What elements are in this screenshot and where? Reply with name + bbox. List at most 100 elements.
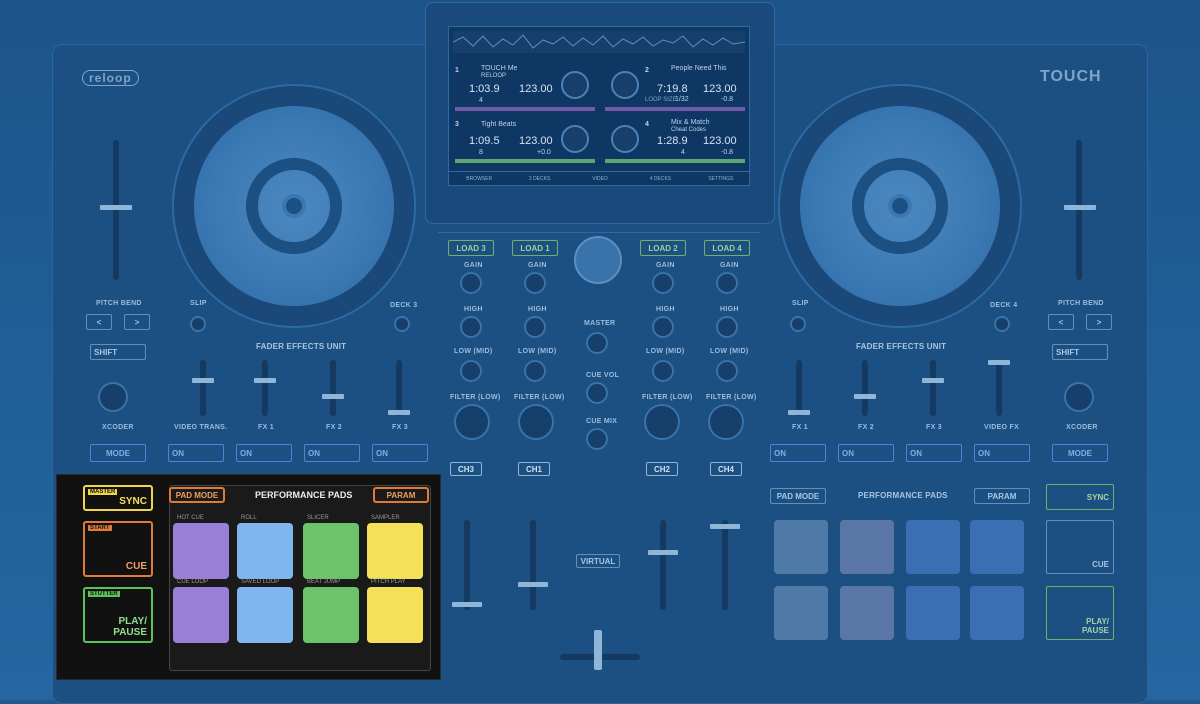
- left-fx3-fader[interactable]: [388, 410, 410, 415]
- right-pad-6[interactable]: [840, 586, 894, 640]
- left-param-button[interactable]: PARAM: [373, 487, 429, 503]
- ch3-filter-knob[interactable]: [454, 404, 490, 440]
- ch2-volume-fader[interactable]: [648, 550, 678, 555]
- pad-3-slicer[interactable]: [303, 523, 359, 579]
- right-video-fx-on-button[interactable]: ON: [974, 444, 1030, 462]
- left-play-pause-button[interactable]: STUTTER PLAY/ PAUSE: [83, 587, 153, 643]
- browse-encoder[interactable]: [574, 236, 622, 284]
- virtual-button[interactable]: VIRTUAL: [576, 554, 620, 568]
- ch1-cue-button[interactable]: CH1: [518, 462, 550, 476]
- pad-5-cue-loop[interactable]: [173, 587, 229, 643]
- right-fx3-on-button[interactable]: ON: [906, 444, 962, 462]
- right-deck4-button[interactable]: [994, 316, 1010, 332]
- right-param-button[interactable]: PARAM: [974, 488, 1030, 504]
- left-mode-button[interactable]: MODE: [90, 444, 146, 462]
- load-3-button[interactable]: LOAD 3: [448, 240, 494, 256]
- ch4-cue-button[interactable]: CH4: [710, 462, 742, 476]
- right-pad-8[interactable]: [970, 586, 1024, 640]
- right-xcoder-knob[interactable]: [1064, 382, 1094, 412]
- left-pitch-bend-minus-button[interactable]: <: [86, 314, 112, 330]
- ch1-volume-fader[interactable]: [518, 582, 548, 587]
- left-video-trans-fader[interactable]: [192, 378, 214, 383]
- ch4-filter-knob[interactable]: [708, 404, 744, 440]
- right-cue-button[interactable]: CUE: [1046, 520, 1114, 574]
- left-fx3-on-button[interactable]: ON: [372, 444, 428, 462]
- left-slip-button[interactable]: [190, 316, 206, 332]
- tab-4-decks[interactable]: 4 DECKS: [630, 172, 690, 186]
- left-pitch-bend-plus-button[interactable]: >: [124, 314, 150, 330]
- crossfader[interactable]: [594, 630, 602, 670]
- load-4-button[interactable]: LOAD 4: [704, 240, 750, 256]
- ch4-gain-knob[interactable]: [716, 272, 738, 294]
- pad-7-beat-jump[interactable]: [303, 587, 359, 643]
- left-fx2-on-button[interactable]: ON: [304, 444, 360, 462]
- ch4-volume-fader[interactable]: [710, 524, 740, 529]
- right-pitch-fader[interactable]: [1064, 205, 1096, 210]
- left-fx2-fader[interactable]: [322, 394, 344, 399]
- ch1-high-knob[interactable]: [524, 316, 546, 338]
- cue-vol-knob[interactable]: [586, 382, 608, 404]
- pad-8-pitch-play[interactable]: [367, 587, 423, 643]
- ch3-gain-knob[interactable]: [460, 272, 482, 294]
- left-xcoder-knob[interactable]: [98, 382, 128, 412]
- right-sync-button[interactable]: SYNC: [1046, 484, 1114, 510]
- right-pad-3[interactable]: [906, 520, 960, 574]
- ch4-high-knob[interactable]: [716, 316, 738, 338]
- ch2-cue-button[interactable]: CH2: [646, 462, 678, 476]
- left-deck3-button[interactable]: [394, 316, 410, 332]
- right-pitch-bend-minus-button[interactable]: <: [1048, 314, 1074, 330]
- left-pitch-fader[interactable]: [100, 205, 132, 210]
- right-mode-button[interactable]: MODE: [1052, 444, 1108, 462]
- cue-mix-knob[interactable]: [586, 428, 608, 450]
- tab-video[interactable]: VIDEO: [570, 172, 630, 186]
- master-knob[interactable]: [586, 332, 608, 354]
- right-pad-7[interactable]: [906, 586, 960, 640]
- left-sync-button[interactable]: MASTER SYNC: [83, 485, 153, 511]
- ch3-high-knob[interactable]: [460, 316, 482, 338]
- load-2-button[interactable]: LOAD 2: [640, 240, 686, 256]
- right-pad-2[interactable]: [840, 520, 894, 574]
- pad-6-saved-loop[interactable]: [237, 587, 293, 643]
- left-fx1-on-button[interactable]: ON: [236, 444, 292, 462]
- ch2-filter-knob[interactable]: [644, 404, 680, 440]
- load-1-button[interactable]: LOAD 1: [512, 240, 558, 256]
- ch1-filter-knob[interactable]: [518, 404, 554, 440]
- tab-2-decks[interactable]: 2 DECKS: [509, 172, 569, 186]
- left-jog-wheel[interactable]: [172, 84, 416, 328]
- ch1-low-knob[interactable]: [524, 360, 546, 382]
- ch1-gain-knob[interactable]: [524, 272, 546, 294]
- right-slip-button[interactable]: [790, 316, 806, 332]
- right-play-pause-button[interactable]: PLAY/ PAUSE: [1046, 586, 1114, 640]
- ch3-volume-fader[interactable]: [452, 602, 482, 607]
- right-shift-button[interactable]: SHIFT: [1052, 344, 1108, 360]
- pad-1-hot-cue[interactable]: [173, 523, 229, 579]
- left-shift-button[interactable]: SHIFT: [90, 344, 146, 360]
- ch4-low-knob[interactable]: [716, 360, 738, 382]
- right-fx1-fader[interactable]: [788, 410, 810, 415]
- right-jog-wheel[interactable]: [778, 84, 1022, 328]
- right-pad-mode-button[interactable]: PAD MODE: [770, 488, 826, 504]
- right-fx3-fader[interactable]: [922, 378, 944, 383]
- ch3-low-knob[interactable]: [460, 360, 482, 382]
- right-fx1-on-button[interactable]: ON: [770, 444, 826, 462]
- ch2-low-knob[interactable]: [652, 360, 674, 382]
- left-pad-mode-button[interactable]: PAD MODE: [169, 487, 225, 503]
- tab-settings[interactable]: SETTINGS: [691, 172, 751, 186]
- right-pitch-bend-plus-button[interactable]: >: [1086, 314, 1112, 330]
- pad-4-sampler[interactable]: [367, 523, 423, 579]
- right-fx2-fader[interactable]: [854, 394, 876, 399]
- right-pad-5[interactable]: [774, 586, 828, 640]
- right-video-fx-fader[interactable]: [988, 360, 1010, 365]
- ch2-high-knob[interactable]: [652, 316, 674, 338]
- right-pad-4[interactable]: [970, 520, 1024, 574]
- pad-2-roll[interactable]: [237, 523, 293, 579]
- left-fx1-fader[interactable]: [254, 378, 276, 383]
- left-cue-button[interactable]: START CUE: [83, 521, 153, 577]
- right-pad-1[interactable]: [774, 520, 828, 574]
- touch-screen[interactable]: 1 TOUCH Me RELOOP 1:03.9 123.00 4 2 Peop…: [448, 26, 751, 186]
- right-fx2-on-button[interactable]: ON: [838, 444, 894, 462]
- ch2-gain-knob[interactable]: [652, 272, 674, 294]
- ch3-cue-button[interactable]: CH3: [450, 462, 482, 476]
- tab-browser[interactable]: BROWSER: [449, 172, 509, 186]
- left-video-trans-on-button[interactable]: ON: [168, 444, 224, 462]
